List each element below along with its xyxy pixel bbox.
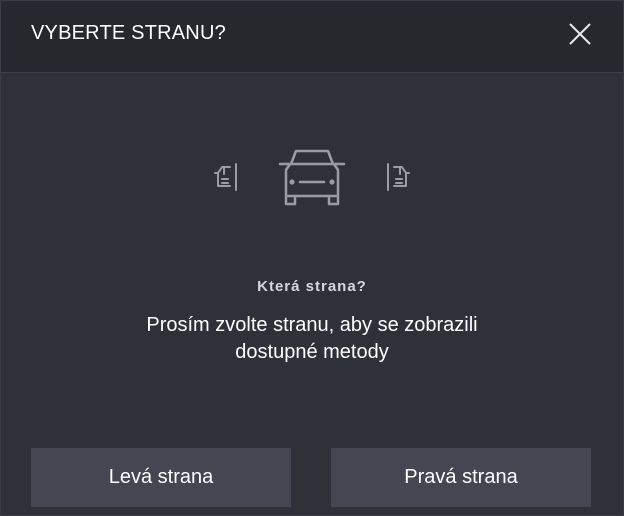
car-right-side-icon	[387, 163, 410, 191]
left-side-button[interactable]: Levá strana	[31, 448, 291, 507]
description-text: Prosím zvolte stranu, aby se zobrazili d…	[1, 312, 623, 366]
question-heading: Která strana?	[257, 278, 367, 295]
description-line-2: dostupné metody	[235, 341, 389, 363]
car-icons-group	[1, 1, 623, 221]
side-select-dialog: VYBERTE STRANU? Která strana? Prosím zvo…	[0, 0, 624, 516]
right-side-button[interactable]: Pravá strana	[331, 448, 591, 507]
car-left-side-icon	[214, 163, 237, 191]
car-front-icon	[278, 149, 346, 206]
description-line-1: Prosím zvolte stranu, aby se zobrazili	[146, 314, 478, 336]
